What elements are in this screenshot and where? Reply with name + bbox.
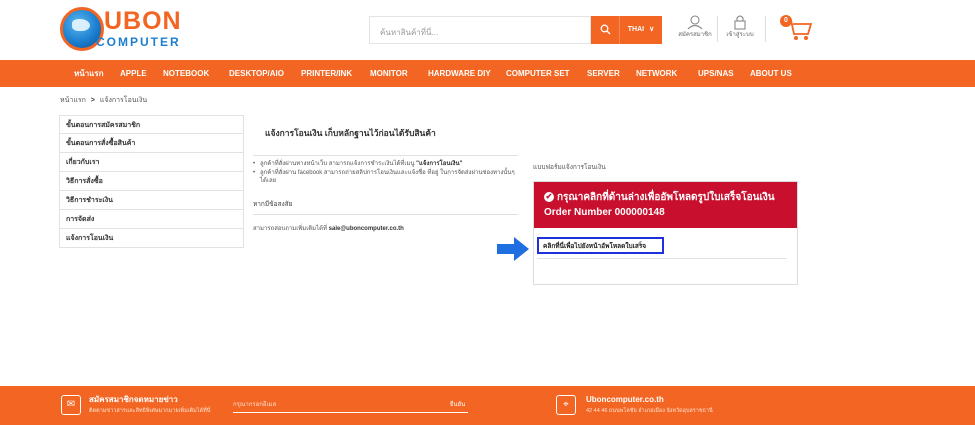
contact-info: สามารถสอบถามเพิ่มเติมได้ที่ sale@uboncom…: [253, 225, 404, 233]
nav-item-ups-nas[interactable]: UPS/NAS: [698, 60, 734, 87]
language-label: THAI: [627, 26, 645, 33]
nav-item-printer-ink[interactable]: PRINTER/INK: [301, 60, 352, 87]
map-pin-icon: ⌖: [556, 395, 576, 415]
upload-receipt-link[interactable]: คลิกที่นี่เพื่อไปยังหน้าอัพโหลดใบเสร็จ: [537, 237, 664, 254]
nav-item-computer-set[interactable]: COMPUTER SET: [506, 60, 570, 87]
divider: [253, 214, 518, 215]
banner-text: กรุณาคลิกที่ด้านล่างเพื่ออัพโหลดรูปใบเสร…: [544, 192, 775, 218]
lock-icon: [734, 15, 746, 30]
form-heading: แบบฟอร์มแจ้งการโอนเงิน: [533, 164, 606, 171]
divider: [253, 155, 518, 156]
footer-site-title: Uboncomputer.co.th: [586, 395, 664, 404]
breadcrumb-separator: >: [90, 97, 95, 104]
site-footer: [0, 386, 975, 425]
logo-text-computer: COMPUTER: [96, 35, 181, 49]
newsletter-email-input[interactable]: กรุณากรอกอีเมล: [233, 399, 468, 413]
sidebar-item-payment[interactable]: วิธีการชำระเงิน: [59, 191, 244, 210]
instruction-text: ลูกค้าที่สั่งผ่าน facebook สามารถถ่ายสลิ…: [260, 170, 515, 184]
nav-item-about-us[interactable]: ABOUT US: [750, 60, 792, 87]
site-logo[interactable]: UBON COMPUTER: [60, 7, 181, 51]
nav-item-network[interactable]: NETWORK: [636, 60, 677, 87]
search-input[interactable]: ค้นหาสินค้าที่นี่...: [369, 16, 591, 44]
main-nav: หน้าแรก APPLE NOTEBOOK DESKTOP/AIO PRINT…: [0, 60, 975, 87]
login-label: เข้าสู่ระบบ: [726, 32, 754, 38]
header-divider: [765, 16, 766, 42]
instruction-text: ลูกค้าที่สั่งผ่านทางหน้าเว็บ สามารถแจ้งก…: [260, 161, 417, 167]
newsletter-subtitle: ติดตามข่าวสารและสิทธิพิเศษมากมายเพิ่มเติ…: [89, 408, 211, 414]
user-icon: [687, 15, 703, 30]
sidebar-item-transfer-notice[interactable]: แจ้งการโอนเงิน: [59, 229, 244, 248]
register-link[interactable]: สมัครสมาชิก: [675, 14, 715, 46]
chevron-down-icon: ∨: [649, 26, 655, 33]
newsletter-title: สมัครสมาชิกจดหมายข่าว: [89, 395, 178, 404]
newsletter-submit-button[interactable]: ยืนยัน: [450, 401, 465, 409]
login-link[interactable]: เข้าสู่ระบบ: [720, 14, 760, 46]
sidebar-item-how-to-order[interactable]: วิธีการสั่งซื้อ: [59, 172, 244, 191]
transfer-form-panel: ✔ กรุณาคลิกที่ด้านล่างเพื่ออัพโหลดรูปใบเส…: [533, 181, 798, 285]
sidebar-item-register-steps[interactable]: ขั้นตอนการสมัครสมาชิก: [59, 115, 244, 134]
list-item: ลูกค้าที่สั่งผ่าน facebook สามารถถ่ายสลิ…: [253, 169, 518, 185]
nav-item-notebook[interactable]: NOTEBOOK: [163, 60, 209, 87]
cart-count-badge: 0: [780, 15, 792, 27]
instructions-list: ลูกค้าที่สั่งผ่านทางหน้าเว็บ สามารถแจ้งก…: [253, 160, 518, 186]
nav-item-home[interactable]: หน้าแรก: [74, 60, 104, 87]
search-button[interactable]: [591, 16, 619, 44]
nav-item-server[interactable]: SERVER: [587, 60, 620, 87]
divider: [537, 258, 787, 259]
site-header: UBON COMPUTER ค้นหาสินค้าที่นี่... THAI …: [0, 0, 975, 60]
list-item: ลูกค้าที่สั่งผ่านทางหน้าเว็บ สามารถแจ้งก…: [253, 160, 518, 168]
nav-item-monitor[interactable]: MONITOR: [370, 60, 408, 87]
sidebar-item-shipping[interactable]: การจัดส่ง: [59, 210, 244, 229]
faq-heading: หากมีข้อสงสัย: [253, 201, 293, 208]
search-icon: [600, 24, 610, 35]
nav-item-desktop-aio[interactable]: DESKTOP/AIO: [229, 60, 284, 87]
page-title: แจ้งการโอนเงิน เก็บหลักฐานไว้ก่อนได้รับส…: [265, 128, 436, 138]
cart-button[interactable]: 0: [780, 15, 812, 43]
nav-item-apple[interactable]: APPLE: [120, 60, 147, 87]
footer-address: 42 44 46 ถนนพโลชัย อำเภอเมือง จังหวัดอุบ…: [586, 408, 713, 414]
logo-text-ubon: UBON: [104, 7, 182, 35]
check-circle-icon: ✔: [544, 192, 554, 202]
sidebar-item-order-steps[interactable]: ขั้นตอนการสั่งซื้อสินค้า: [59, 134, 244, 153]
transfer-menu-link[interactable]: "แจ้งการโอนเงิน": [416, 161, 462, 167]
contact-text: สามารถสอบถามเพิ่มเติมได้ที่: [253, 226, 329, 232]
nav-item-hardware-diy[interactable]: HARDWARE DIY: [428, 60, 491, 87]
mail-icon: ✉: [61, 395, 81, 415]
breadcrumb: หน้าแรก > แจ้งการโอนเงิน: [60, 96, 147, 106]
page: UBON COMPUTER ค้นหาสินค้าที่นี่... THAI …: [0, 0, 975, 425]
contact-email-link[interactable]: sale@uboncomputer.co.th: [329, 226, 404, 232]
sidebar-menu: ขั้นตอนการสมัครสมาชิก ขั้นตอนการสั่งซื้อ…: [59, 115, 244, 248]
sidebar-item-about[interactable]: เกี่ยวกับเรา: [59, 153, 244, 172]
register-label: สมัครสมาชิก: [678, 32, 712, 38]
arrow-right-icon: [497, 237, 529, 261]
breadcrumb-current: แจ้งการโอนเงิน: [99, 97, 148, 104]
language-selector[interactable]: THAI ∨: [619, 16, 662, 44]
upload-instruction-banner: ✔ กรุณาคลิกที่ด้านล่างเพื่ออัพโหลดรูปใบเส…: [534, 182, 797, 228]
breadcrumb-home[interactable]: หน้าแรก: [60, 97, 86, 104]
header-divider: [717, 16, 718, 42]
